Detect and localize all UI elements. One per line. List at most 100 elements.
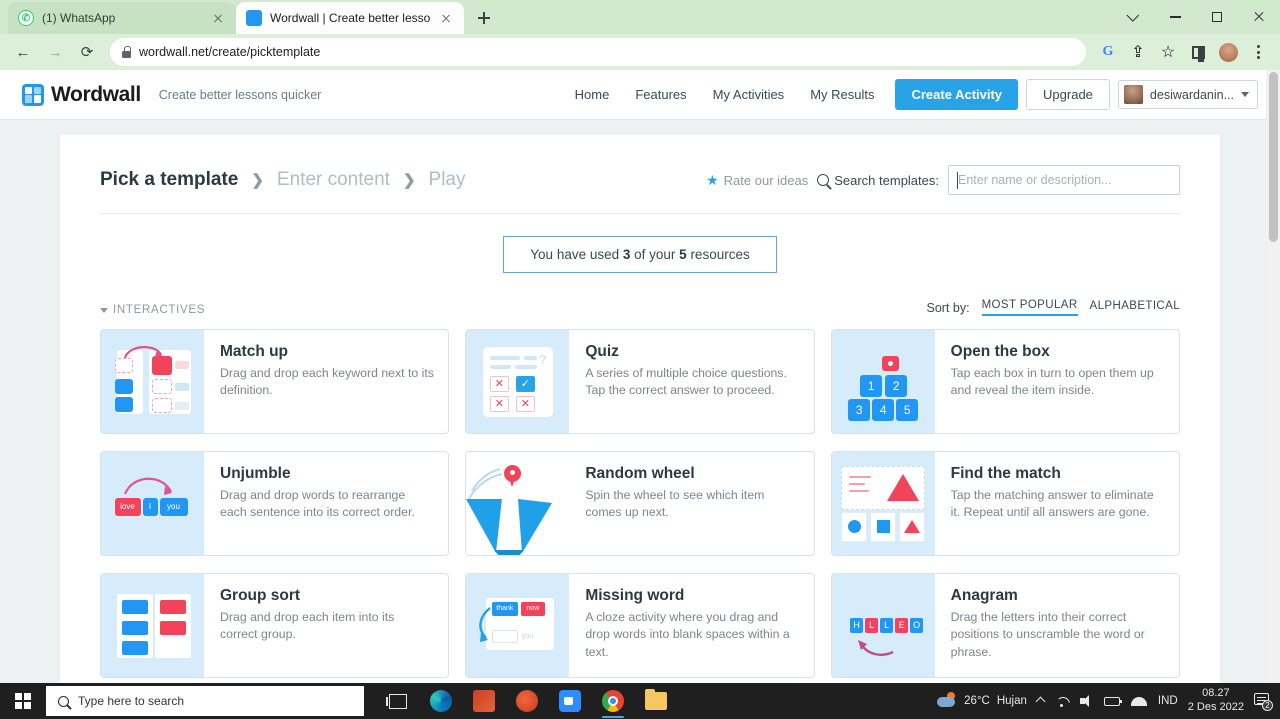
sort-option-most-popular[interactable]: MOST POPULAR	[981, 299, 1078, 316]
page-scrollbar[interactable]	[1266, 70, 1280, 683]
bookmark-star-icon[interactable]: ☆	[1154, 38, 1182, 66]
section-label-text: INTERACTIVES	[113, 304, 206, 316]
clock-date: 2 Des 2022	[1187, 701, 1244, 713]
template-description: A cloze activity where you drag and drop…	[585, 610, 790, 659]
nav-item-my-results[interactable]: My Results	[797, 87, 887, 102]
breadcrumb-step-pick-a-template[interactable]: Pick a template	[100, 169, 238, 191]
browser-tab-wordwall[interactable]: Wordwall | Create better lessons	[236, 2, 464, 34]
template-card-missing-word[interactable]: thank now you Missing word A cloze activ…	[465, 573, 815, 678]
chevron-down-icon	[1241, 92, 1249, 97]
template-description: Tap the matching answer to eliminate it.…	[950, 488, 1154, 520]
powerpoint-icon[interactable]	[507, 683, 547, 719]
close-icon[interactable]	[438, 10, 454, 26]
site-tagline: Create better lessons quicker	[158, 87, 322, 102]
nav-item-home[interactable]: Home	[562, 87, 623, 102]
template-card-match-up[interactable]: Match up Drag and drop each keyword next…	[100, 329, 450, 434]
sort-row: INTERACTIVES Sort by: MOST POPULAR ALPHA…	[100, 299, 1180, 316]
sort-controls: Sort by: MOST POPULAR ALPHABETICAL	[926, 299, 1180, 316]
notifications-icon[interactable]: 2	[1254, 693, 1273, 711]
wordwall-logo[interactable]: Wordwall	[22, 83, 141, 107]
wordwall-logo-icon	[22, 83, 44, 106]
template-title: Missing word	[585, 587, 685, 604]
taskbar-search-input[interactable]: Type here to search	[46, 686, 364, 716]
reload-icon[interactable]: ⟳	[72, 37, 102, 67]
office-icon[interactable]	[464, 683, 504, 719]
template-description: Drag and drop each item into its correct…	[220, 610, 395, 642]
template-card-find-the-match[interactable]: Find the match Tap the matching answer t…	[830, 451, 1180, 556]
new-tab-button[interactable]	[470, 4, 498, 32]
shape-circle-icon	[841, 511, 868, 542]
share-icon[interactable]: ⇪	[1124, 38, 1152, 66]
logo-text: Wordwall	[51, 82, 141, 106]
tray-icons: IND	[1035, 695, 1178, 707]
notification-badge: 2	[1262, 700, 1273, 711]
url-text: wordwall.net/create/picktemplate	[139, 45, 321, 59]
battery-icon[interactable]	[1103, 696, 1123, 706]
nav-item-my-activities[interactable]: My Activities	[700, 87, 798, 102]
back-arrow-icon[interactable]: ←	[8, 37, 38, 67]
account-name: desiwardanin...	[1149, 87, 1234, 102]
chevron-down-icon[interactable]	[1112, 0, 1154, 34]
weather-icon	[935, 692, 957, 710]
onedrive-icon[interactable]	[1130, 696, 1147, 706]
template-card-open-the-box[interactable]: 1 2 3 4 5 Open the box Tap each box in t…	[830, 329, 1180, 434]
template-card-unjumble[interactable]: love I you Unjumble Drag and drop words …	[100, 451, 450, 556]
template-title: Unjumble	[220, 465, 291, 482]
nav-item-features[interactable]: Features	[622, 87, 699, 102]
scrollbar-thumb[interactable]	[1268, 72, 1278, 242]
template-card-group-sort[interactable]: Group sort Drag and drop each item into …	[100, 573, 450, 678]
sort-option-alphabetical[interactable]: ALPHABETICAL	[1090, 300, 1180, 315]
wifi-icon[interactable]	[1055, 696, 1069, 707]
maximize-button[interactable]	[1196, 0, 1238, 34]
file-explorer-icon[interactable]	[636, 683, 676, 719]
windows-taskbar: Type here to search 26°C Hujan IND 08.27…	[0, 683, 1280, 719]
star-icon: ★	[706, 171, 719, 188]
template-card-random-wheel[interactable]: Random wheel Spin the wheel to see which…	[465, 451, 815, 556]
template-card-quiz[interactable]: ? ✕ ✓ ✕ ✕ Quiz A series of multiple choi…	[465, 329, 815, 434]
weather-temperature: 26°C	[964, 695, 990, 707]
account-menu[interactable]: desiwardanin...	[1117, 80, 1258, 109]
search-label-text: Search templates:	[834, 172, 939, 188]
task-view-icon[interactable]	[378, 683, 418, 719]
match-up-icon	[101, 330, 204, 433]
quiz-icon: ? ✕ ✓ ✕ ✕	[466, 330, 570, 433]
profile-avatar-icon[interactable]	[1214, 38, 1242, 66]
avatar	[1123, 85, 1143, 104]
template-description: A series of multiple choice questions. T…	[585, 366, 787, 398]
rate-our-ideas-link[interactable]: ★ Rate our ideas	[706, 172, 808, 189]
missing-word-icon: thank now you	[466, 574, 570, 677]
create-activity-button[interactable]: Create Activity	[895, 79, 1019, 110]
volume-icon[interactable]	[1079, 695, 1093, 707]
weather-widget[interactable]: 26°C Hujan	[935, 692, 1027, 710]
text-cursor	[957, 172, 958, 189]
browser-tab-whatsapp[interactable]: ✆ (1) WhatsApp	[8, 2, 236, 34]
box-number: 2	[885, 374, 908, 397]
chrome-icon[interactable]	[593, 683, 633, 719]
show-hidden-icons-icon[interactable]	[1035, 696, 1046, 706]
extensions-icon[interactable]	[1184, 38, 1212, 66]
template-description: Spin the wheel to see which item comes u…	[585, 488, 765, 520]
upgrade-button[interactable]: Upgrade	[1026, 79, 1110, 110]
keyboard-language[interactable]: IND	[1158, 695, 1178, 707]
zoom-icon[interactable]	[550, 683, 590, 719]
search-icon	[58, 695, 69, 707]
search-templates-label: Search templates:	[817, 173, 939, 188]
forward-arrow-icon[interactable]: →	[40, 37, 70, 67]
section-header-interactives[interactable]: INTERACTIVES	[100, 304, 205, 316]
address-bar[interactable]: wordwall.net/create/picktemplate	[110, 38, 1086, 66]
minimize-button[interactable]	[1154, 0, 1196, 34]
clock[interactable]: 08.27 2 Des 2022	[1188, 687, 1244, 715]
template-title: Find the match	[950, 465, 1061, 482]
menu-kebab-icon[interactable]	[1244, 38, 1272, 66]
edge-icon[interactable]	[421, 683, 461, 719]
browser-toolbar: ← → ⟳ wordwall.net/create/picktemplate G…	[0, 34, 1280, 70]
google-icon[interactable]: G	[1094, 38, 1122, 66]
template-card-anagram[interactable]: H L L E O Anagram Drag the letters into …	[830, 573, 1180, 678]
start-icon[interactable]	[0, 683, 46, 719]
close-icon[interactable]	[210, 10, 226, 26]
template-title: Anagram	[950, 587, 1018, 604]
close-window-button[interactable]	[1238, 0, 1280, 34]
template-title: Group sort	[220, 587, 301, 604]
search-input[interactable]: Enter name or description...	[948, 165, 1180, 195]
chevron-right-icon: ❯	[251, 172, 264, 189]
